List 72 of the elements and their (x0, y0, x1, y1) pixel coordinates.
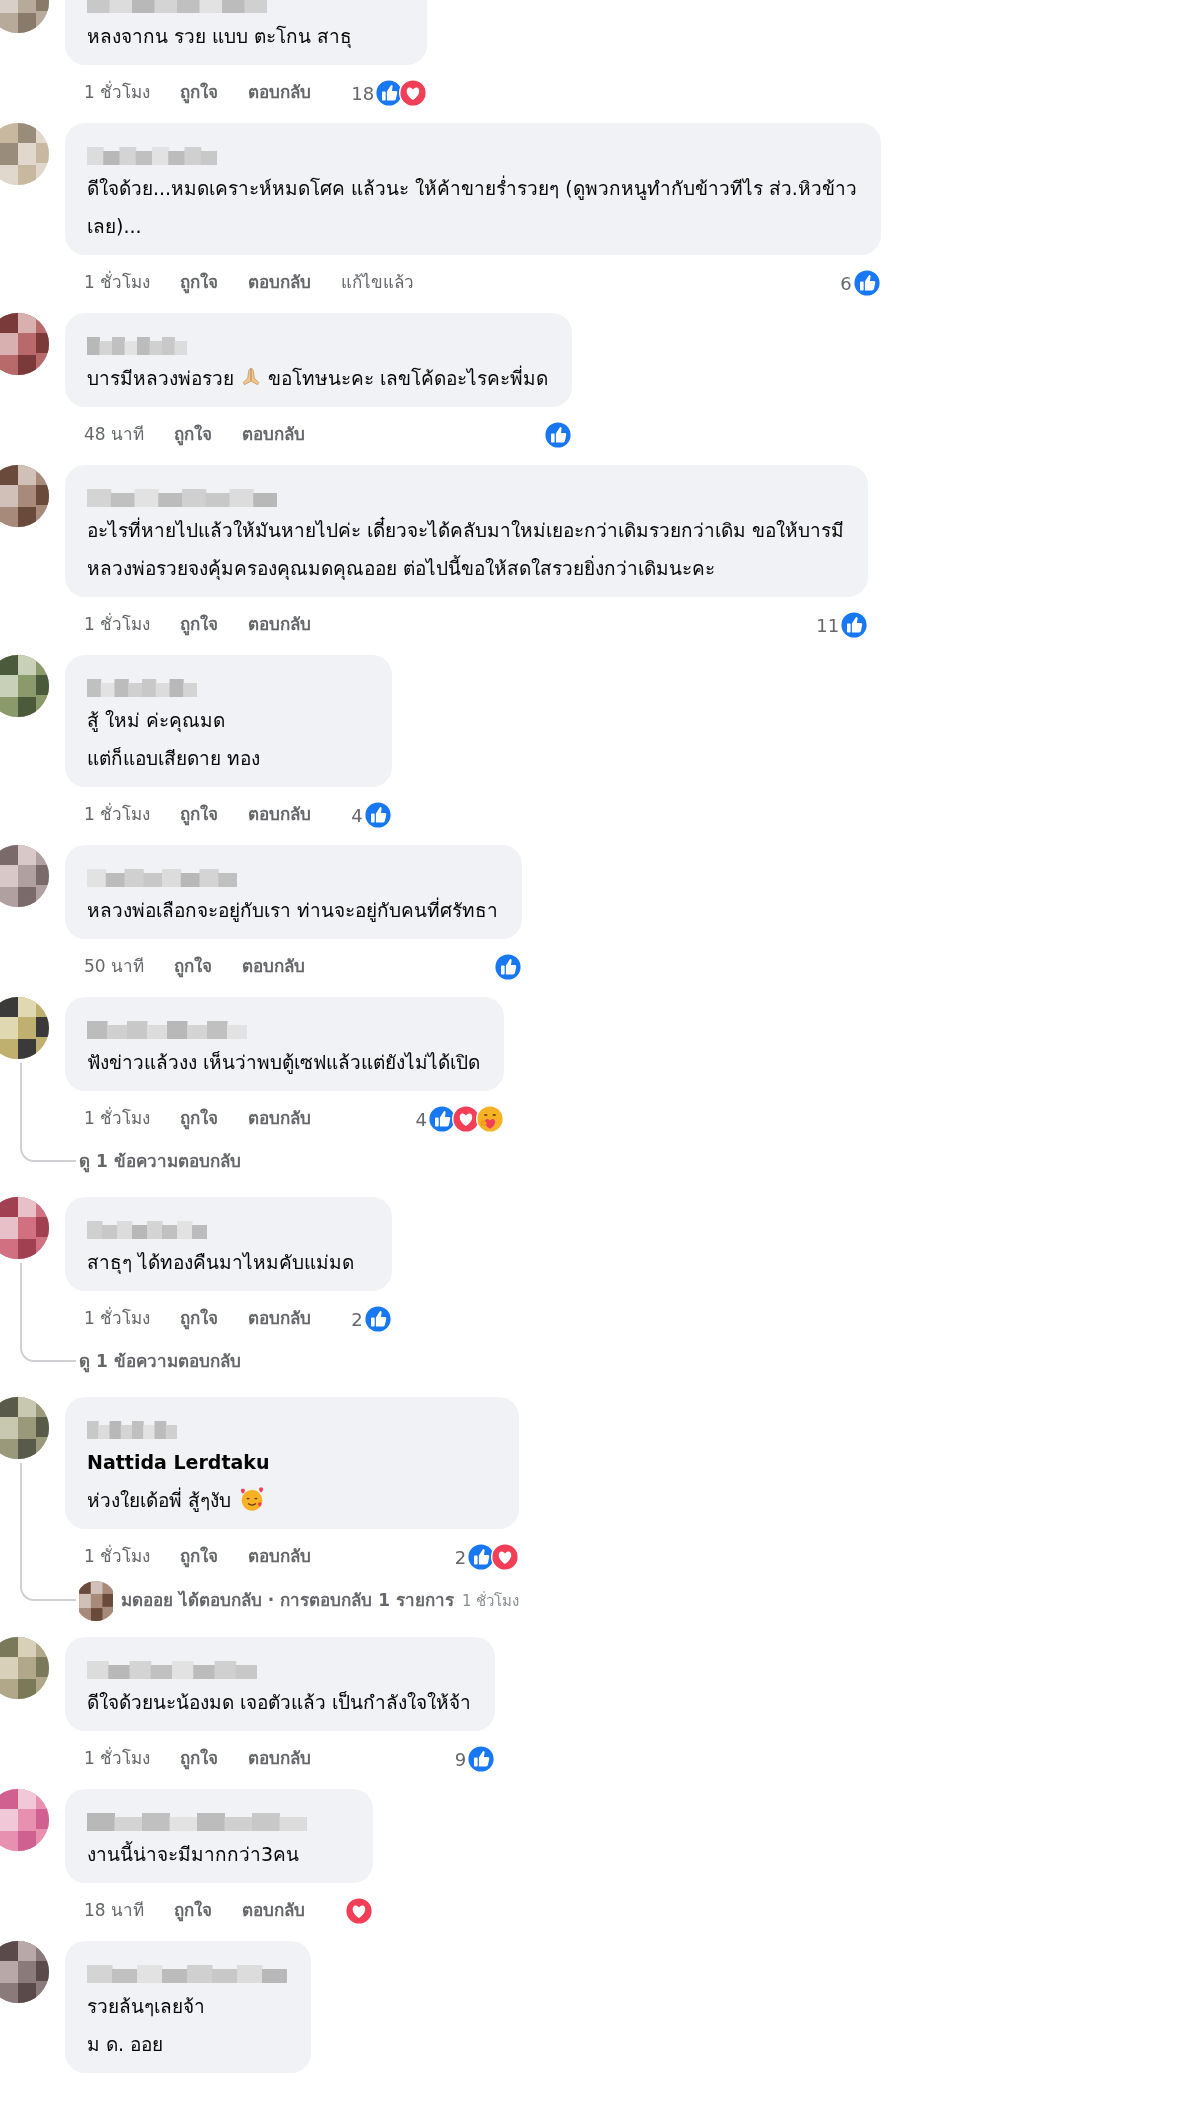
timestamp-link[interactable]: 1 ชั่วโมง (84, 1306, 151, 1332)
comment-text: ห่วงใยเด้อพี่ สู้ๆงับ (87, 1489, 232, 1511)
like-link[interactable]: ถูกใจ (180, 270, 219, 296)
comment-text: หลวงพ่อเลือกจะอยู่กับเรา ท่านจะอยู่กับคนที่ศรัทธา (87, 899, 499, 921)
timestamp-link[interactable]: 1 ชั่วโมง (84, 1746, 151, 1772)
like-link[interactable]: ถูกใจ (180, 1106, 219, 1132)
comment-text: สาธุๆ ได้ทองคืนมาไหมคับแม่มด (87, 1251, 355, 1273)
like-icon (840, 611, 869, 639)
reply-link[interactable]: ตอบกลับ (248, 270, 312, 296)
like-link[interactable]: ถูกใจ (180, 802, 219, 828)
comment-text: ฟังข่าวแล้วงง เห็นว่าพบตู้เซฟแล้วแต่ยังไม่ได้เปิด (87, 1051, 481, 1073)
timestamp-link[interactable]: 1 ชั่วโมง (84, 1544, 151, 1570)
comment-text: บารมีหลวงพ่อรวย (87, 367, 234, 389)
like-link[interactable]: ถูกใจ (180, 1306, 219, 1332)
comment-text: ดีใจด้วย...หมดเคราะห์หมดโศค แล้วนะ ให้ค้าขายร่ำรวยๆ (ดูพวกหนูทำกับข้าวทีไร ส่ว.หิวข้าว เลย)... (87, 177, 857, 237)
view-replies-link[interactable]: ดู 1 ข้อความตอบกลับ (79, 1149, 241, 1175)
like-link[interactable]: ถูกใจ (174, 422, 213, 448)
reaction-count[interactable]: 18 (351, 79, 375, 107)
like-link[interactable]: ถูกใจ (174, 1898, 213, 1924)
timestamp-link[interactable]: 18 นาที (84, 1898, 145, 1924)
reply-link[interactable]: ตอบกลับ (248, 80, 312, 106)
reply-link[interactable]: ตอบกลับ (242, 954, 306, 980)
like-icon (363, 1305, 392, 1333)
reaction-count[interactable]: 4 (351, 801, 363, 829)
like-icon (375, 79, 404, 107)
timestamp-link[interactable]: 50 นาที (84, 954, 145, 980)
timestamp-link[interactable]: 1 ชั่วโมง (84, 80, 151, 106)
reply-link[interactable]: ตอบกลับ (248, 1306, 312, 1332)
hugging-face-icon (476, 1105, 505, 1133)
reply-link[interactable]: ตอบกลับ (248, 1106, 312, 1132)
timestamp-link[interactable]: 1 ชั่วโมง (84, 270, 151, 296)
tagged-name[interactable]: Nattida Lerdtaku (87, 1443, 270, 1481)
like-icon (428, 1105, 457, 1133)
reply-link[interactable]: ตอบกลับ (248, 1544, 312, 1570)
view-replies-link[interactable]: ดู 1 ข้อความตอบกลับ (79, 1349, 241, 1375)
comment-text: ขอโทษนะคะ เลขโค้ดอะไรคะพี่มด (268, 367, 549, 389)
timestamp-link[interactable]: 48 นาที (84, 422, 145, 448)
like-icon (852, 269, 881, 297)
comment-text: หลงจากน รวย แบบ ตะโกน สาธุ (87, 25, 353, 47)
timestamp-link[interactable]: 1 ชั่วโมง (84, 1106, 151, 1132)
reaction-count[interactable]: 9 (454, 1745, 467, 1773)
replies-summary-link[interactable]: มดออย ได้ตอบกลับ · การตอบกลับ 1 รายการ (121, 1588, 454, 1614)
smiling-face-with-hearts-icon (239, 1486, 266, 1512)
praying-hands-icon (240, 366, 262, 388)
like-icon (544, 421, 573, 449)
reaction-count[interactable]: 2 (351, 1305, 363, 1333)
comment-text: สู้ ใหม่ ค่ะคุณมด แต่ก็แอบเสียดาย ทอง (87, 709, 261, 769)
reaction-count[interactable]: 2 (454, 1543, 467, 1571)
edited-label: แก้ไขแล้ว (341, 271, 415, 295)
like-icon (363, 801, 392, 829)
timestamp-link[interactable]: 1 ชั่วโมง (84, 612, 151, 638)
reply-link[interactable]: ตอบกลับ (248, 1746, 312, 1772)
reply-link[interactable]: ตอบกลับ (242, 1898, 306, 1924)
comment-text: ดีใจด้วยนะน้องมด เจอตัวแล้ว เป็นกำลังใจให้จ้า (87, 1691, 472, 1713)
like-icon (467, 1745, 496, 1773)
like-link[interactable]: ถูกใจ (174, 954, 213, 980)
timestamp: 1 ชั่วโมง (461, 1590, 520, 1612)
like-link[interactable]: ถูกใจ (180, 612, 219, 638)
reaction-count[interactable]: 11 (816, 611, 840, 639)
like-icon (494, 953, 523, 981)
reply-link[interactable]: ตอบกลับ (248, 612, 312, 638)
reaction-count[interactable]: 4 (415, 1105, 428, 1133)
like-link[interactable]: ถูกใจ (180, 1746, 219, 1772)
like-link[interactable]: ถูกใจ (180, 80, 219, 106)
like-link[interactable]: ถูกใจ (180, 1544, 219, 1570)
comment-text: รวยล้นๆเลยจ้า ม ด. ออย (87, 1995, 205, 2055)
reply-link[interactable]: ตอบกลับ (248, 802, 312, 828)
comment-text: งานนี้น่าจะมีมากกว่า3คน (87, 1843, 300, 1865)
timestamp-link[interactable]: 1 ชั่วโมง (84, 802, 151, 828)
reaction-count[interactable]: 6 (840, 269, 852, 297)
reply-link[interactable]: ตอบกลับ (242, 422, 306, 448)
like-icon (467, 1543, 496, 1571)
